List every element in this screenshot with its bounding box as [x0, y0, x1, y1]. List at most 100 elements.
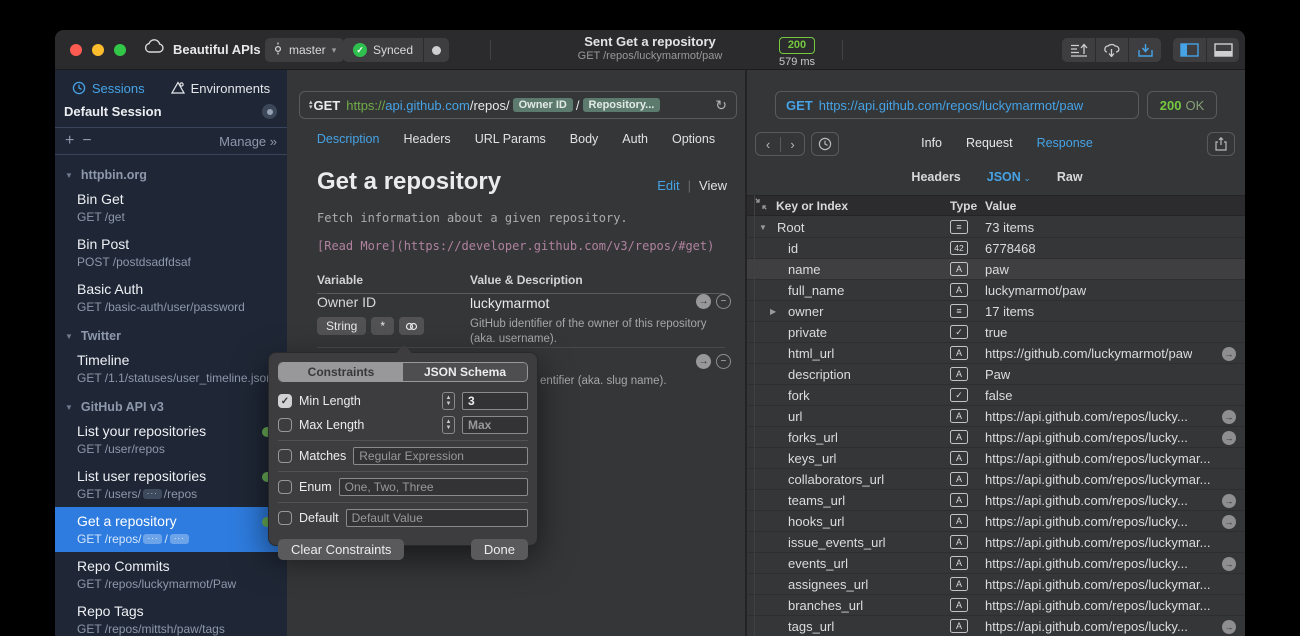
- add-request-button[interactable]: +: [65, 132, 82, 149]
- session-selector[interactable]: Default Session: [55, 98, 287, 125]
- sync-status-button[interactable]: ✓ Synced: [343, 38, 449, 62]
- open-url-button[interactable]: →: [1222, 431, 1236, 445]
- tab-options[interactable]: Options: [672, 132, 715, 146]
- variable-type-button[interactable]: String: [317, 317, 366, 335]
- subtab-raw[interactable]: Raw: [1057, 170, 1083, 184]
- import-button[interactable]: [1128, 38, 1161, 62]
- done-button[interactable]: Done: [471, 539, 528, 560]
- tab-json-schema[interactable]: JSON Schema: [403, 363, 527, 381]
- json-row-fork[interactable]: fork✓false: [747, 385, 1245, 406]
- view-link[interactable]: View: [699, 178, 727, 193]
- tab-body[interactable]: Body: [570, 132, 599, 146]
- variable-required-button[interactable]: *: [371, 317, 394, 335]
- tab-headers[interactable]: Headers: [403, 132, 450, 146]
- refresh-icon[interactable]: ↻: [715, 97, 727, 114]
- sidebar-item-repo-commits[interactable]: Repo CommitsGET /repos/luckymarmot/Paw: [55, 552, 287, 597]
- constraint-input[interactable]: [462, 416, 528, 434]
- sidebar-item-get-a-repository[interactable]: Get a repositoryGET /repos/···/···: [55, 507, 287, 552]
- history-back-button[interactable]: ‹: [756, 137, 780, 152]
- constraint-checkbox[interactable]: [278, 511, 292, 525]
- sidebar-item-timeline[interactable]: TimelineGET /1.1/statuses/user_timeline.…: [55, 346, 287, 391]
- variable-constraints-button[interactable]: [399, 317, 424, 335]
- tab-url-params[interactable]: URL Params: [475, 132, 546, 146]
- url-variable-token-repository[interactable]: Repository...: [583, 98, 661, 112]
- variable2-remove-button[interactable]: −: [716, 354, 731, 369]
- history-forward-button[interactable]: ›: [780, 137, 804, 152]
- json-row-html-url[interactable]: html_urlAhttps://github.com/luckymarmot/…: [747, 343, 1245, 364]
- tab-constraints[interactable]: Constraints: [279, 363, 403, 381]
- json-row-keys-url[interactable]: keys_urlAhttps://api.github.com/repos/lu…: [747, 448, 1245, 469]
- tab-description[interactable]: Description: [317, 132, 380, 146]
- json-row-tags-url[interactable]: tags_urlAhttps://api.github.com/repos/lu…: [747, 616, 1245, 636]
- json-row-issue-events-url[interactable]: issue_events_urlAhttps://api.github.com/…: [747, 532, 1245, 553]
- constraint-checkbox[interactable]: [278, 449, 292, 463]
- sync-commit-button[interactable]: [423, 38, 449, 62]
- clear-constraints-button[interactable]: Clear Constraints: [278, 539, 404, 560]
- tab-response[interactable]: Response: [1037, 136, 1093, 150]
- variable-remove-button[interactable]: −: [716, 294, 731, 309]
- edit-link[interactable]: Edit: [657, 178, 679, 193]
- json-row-description[interactable]: descriptionAPaw: [747, 364, 1245, 385]
- constraint-input[interactable]: [339, 478, 528, 496]
- json-row-name[interactable]: nameApaw: [747, 259, 1245, 280]
- subtab-json[interactable]: JSON ⌄: [987, 170, 1031, 184]
- toggle-sidebar-button[interactable]: [1173, 38, 1206, 62]
- json-row-private[interactable]: private✓true: [747, 322, 1245, 343]
- stepper-control[interactable]: ▲▼: [442, 416, 455, 434]
- constraint-checkbox[interactable]: ✓: [278, 394, 292, 408]
- open-url-button[interactable]: →: [1222, 494, 1236, 508]
- json-row-url[interactable]: urlAhttps://api.github.com/repos/lucky..…: [747, 406, 1245, 427]
- json-row-teams-url[interactable]: teams_urlAhttps://api.github.com/repos/l…: [747, 490, 1245, 511]
- zoom-window-button[interactable]: [114, 44, 126, 56]
- json-row-owner[interactable]: ▶owner≡17 items: [747, 301, 1245, 322]
- sidebar-group-github-api-v3[interactable]: ▼GitHub API v3: [55, 391, 287, 417]
- subtab-headers[interactable]: Headers: [911, 170, 960, 184]
- open-url-button[interactable]: →: [1222, 557, 1236, 571]
- stepper-control[interactable]: ▲▼: [442, 392, 455, 410]
- sidebar-group-httpbin-org[interactable]: ▼httpbin.org: [55, 159, 287, 185]
- constraint-checkbox[interactable]: [278, 480, 292, 494]
- url-variable-token-owner[interactable]: Owner ID: [513, 98, 573, 112]
- json-row-id[interactable]: id426778468: [747, 238, 1245, 259]
- request-url-bar[interactable]: ▴▾ GET https:// api.github.com /repos/ O…: [299, 91, 737, 119]
- toggle-bottom-panel-button[interactable]: [1206, 38, 1239, 62]
- collapse-all-icon[interactable]: [755, 197, 767, 215]
- disclosure-open-icon[interactable]: ▼: [759, 223, 767, 232]
- close-window-button[interactable]: [70, 44, 82, 56]
- json-row-root[interactable]: ▼Root≡73 items: [747, 217, 1245, 238]
- constraint-checkbox[interactable]: [278, 418, 292, 432]
- tab-environments[interactable]: Environments: [171, 81, 270, 96]
- branch-selector-button[interactable]: master ▾: [265, 38, 344, 62]
- sidebar-item-basic-auth[interactable]: Basic AuthGET /basic-auth/user/password: [55, 275, 287, 320]
- doc-read-more-link[interactable]: [Read More](https://developer.github.com…: [317, 239, 714, 253]
- open-url-button[interactable]: →: [1222, 347, 1236, 361]
- json-row-full-name[interactable]: full_nameAluckymarmot/paw: [747, 280, 1245, 301]
- json-row-branches-url[interactable]: branches_urlAhttps://api.github.com/repo…: [747, 595, 1245, 616]
- method-selector-icon[interactable]: ▴▾: [309, 100, 313, 110]
- tab-auth[interactable]: Auth: [622, 132, 648, 146]
- open-url-button[interactable]: →: [1222, 515, 1236, 529]
- sidebar-item-repo-tags[interactable]: Repo TagsGET /repos/mittsh/paw/tags: [55, 597, 287, 636]
- sidebar-group-twitter[interactable]: ▼Twitter: [55, 320, 287, 346]
- minimize-window-button[interactable]: [92, 44, 104, 56]
- constraint-input[interactable]: [353, 447, 528, 465]
- constraint-input[interactable]: [346, 509, 528, 527]
- variable-value[interactable]: luckymarmot: [470, 295, 549, 311]
- json-row-assignees-url[interactable]: assignees_urlAhttps://api.github.com/rep…: [747, 574, 1245, 595]
- share-button[interactable]: [1207, 132, 1235, 156]
- export-button[interactable]: [1062, 38, 1095, 62]
- constraint-input[interactable]: [462, 392, 528, 410]
- sidebar-item-list-user-repositories[interactable]: List user repositoriesGET /users/···/rep…: [55, 462, 287, 507]
- session-record-icon[interactable]: [262, 104, 277, 119]
- json-row-forks-url[interactable]: forks_urlAhttps://api.github.com/repos/l…: [747, 427, 1245, 448]
- sidebar-item-list-your-repositories[interactable]: List your repositoriesGET /user/repos: [55, 417, 287, 462]
- tab-info[interactable]: Info: [921, 136, 942, 150]
- manage-link[interactable]: Manage »: [219, 134, 277, 149]
- request-method[interactable]: GET: [314, 98, 341, 113]
- disclosure-closed-icon[interactable]: ▶: [770, 307, 776, 316]
- json-row-hooks-url[interactable]: hooks_urlAhttps://api.github.com/repos/l…: [747, 511, 1245, 532]
- tab-request[interactable]: Request: [966, 136, 1013, 150]
- variable-goto-button[interactable]: →: [696, 294, 711, 309]
- open-url-button[interactable]: →: [1222, 620, 1236, 634]
- sidebar-item-bin-post[interactable]: Bin PostPOST /postdsadfdsaf: [55, 230, 287, 275]
